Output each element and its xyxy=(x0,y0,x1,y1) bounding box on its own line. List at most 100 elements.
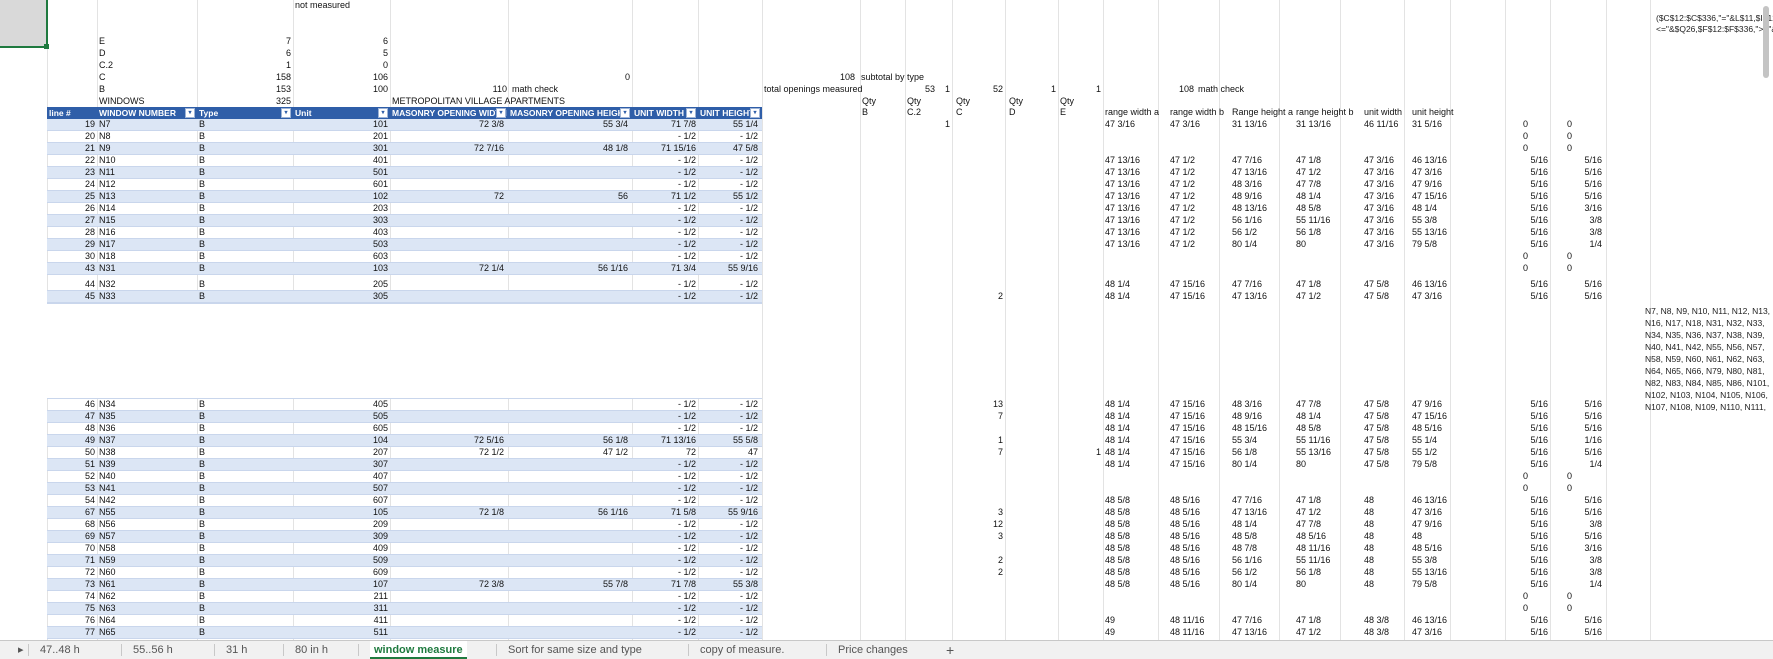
offset-a[interactable]: 5/16 xyxy=(1508,179,1548,190)
offset-a[interactable]: 5/16 xyxy=(1508,411,1548,422)
computed-unit-width[interactable]: 47 3/16 xyxy=(1364,239,1410,250)
range-width-b[interactable]: 47 1/2 xyxy=(1170,155,1228,166)
offset-a[interactable]: 5/16 xyxy=(1508,155,1548,166)
computed-unit-height[interactable]: 55 1/2 xyxy=(1412,447,1467,458)
line-number[interactable]: 52 xyxy=(49,471,95,482)
masonry-opening-height[interactable]: 56 1/16 xyxy=(510,263,628,274)
unit-height[interactable]: - 1/2 xyxy=(700,131,758,142)
filter-dropdown-icon[interactable]: ▾ xyxy=(378,108,388,118)
range-height-a[interactable]: 56 1/2 xyxy=(1232,567,1292,578)
range-height-a[interactable]: 47 7/16 xyxy=(1232,155,1292,166)
unit-number[interactable]: 405 xyxy=(295,399,388,410)
unit-width[interactable]: - 1/2 xyxy=(634,131,696,142)
window-type[interactable]: B xyxy=(199,567,289,578)
computed-unit-width[interactable]: 48 xyxy=(1364,495,1410,506)
window-number[interactable]: N17 xyxy=(99,239,194,250)
subtotal-label[interactable]: subtotal by type xyxy=(861,72,961,83)
window-type[interactable]: B xyxy=(199,447,289,458)
window-type[interactable]: B xyxy=(199,291,289,302)
sheet-tab[interactable]: 31 h xyxy=(226,641,247,659)
range-width-a[interactable]: 48 1/4 xyxy=(1105,423,1167,434)
filter-dropdown-icon[interactable]: ▾ xyxy=(620,108,630,118)
offset-a[interactable]: 0 xyxy=(1508,483,1528,494)
computed-unit-width[interactable]: 47 5/8 xyxy=(1364,291,1410,302)
unit-width[interactable]: - 1/2 xyxy=(634,555,696,566)
column-header-mow[interactable]: MASONRY OPENING WIDTH ▾ xyxy=(390,107,508,119)
unit-height[interactable]: 55 9/16 xyxy=(700,263,758,274)
line-number[interactable]: 69 xyxy=(49,531,95,542)
unit-height[interactable]: - 1/2 xyxy=(700,227,758,238)
unit-height[interactable]: - 1/2 xyxy=(700,603,758,614)
offset-a[interactable]: 0 xyxy=(1508,119,1528,130)
summary-label[interactable]: E xyxy=(99,36,189,47)
unit-number[interactable]: 211 xyxy=(295,591,388,602)
range-width-b[interactable]: 47 1/2 xyxy=(1170,227,1228,238)
computed-unit-width[interactable]: 48 3/8 xyxy=(1364,627,1410,638)
computed-unit-height[interactable]: 55 13/16 xyxy=(1412,227,1467,238)
unit-number[interactable]: 105 xyxy=(295,507,388,518)
window-type[interactable]: B xyxy=(199,155,289,166)
range-header-rhb[interactable]: range height b xyxy=(1296,107,1358,118)
range-width-a[interactable]: 47 3/16 xyxy=(1105,119,1167,130)
qty-value[interactable]: 1 xyxy=(907,119,950,130)
column-header-line[interactable]: line # xyxy=(47,107,97,119)
unit-number[interactable]: 303 xyxy=(295,215,388,226)
offset-b[interactable]: 0 xyxy=(1552,483,1572,494)
window-number[interactable]: N55 xyxy=(99,507,194,518)
unit-number[interactable]: 507 xyxy=(295,483,388,494)
qty-header[interactable]: Qty xyxy=(956,96,1000,107)
range-height-b[interactable]: 56 1/8 xyxy=(1296,227,1356,238)
window-number[interactable]: N62 xyxy=(99,591,194,602)
range-width-b[interactable]: 48 11/16 xyxy=(1170,627,1228,638)
computed-unit-width[interactable]: 47 3/16 xyxy=(1364,155,1410,166)
offset-a[interactable]: 5/16 xyxy=(1508,531,1548,542)
math-check-label[interactable]: math check xyxy=(512,84,602,95)
range-width-b[interactable]: 48 5/16 xyxy=(1170,555,1228,566)
filter-dropdown-icon[interactable]: ▾ xyxy=(686,108,696,118)
line-number[interactable]: 74 xyxy=(49,591,95,602)
unit-width[interactable]: 71 7/8 xyxy=(634,579,696,590)
qty-type-header[interactable]: B xyxy=(862,107,906,118)
masonry-opening-height[interactable]: 48 1/8 xyxy=(510,143,628,154)
offset-b[interactable]: 0 xyxy=(1552,591,1572,602)
unit-number[interactable]: 309 xyxy=(295,531,388,542)
range-height-b[interactable]: 48 1/4 xyxy=(1296,411,1356,422)
computed-unit-width[interactable]: 48 xyxy=(1364,543,1410,554)
filter-dropdown-icon[interactable]: ▾ xyxy=(496,108,506,118)
masonry-opening-height[interactable]: 56 xyxy=(510,191,628,202)
range-width-b[interactable]: 48 11/16 xyxy=(1170,615,1228,626)
unit-width[interactable]: - 1/2 xyxy=(634,279,696,290)
filter-dropdown-icon[interactable]: ▾ xyxy=(185,108,195,118)
unit-number[interactable]: 501 xyxy=(295,167,388,178)
unit-number[interactable]: 601 xyxy=(295,179,388,190)
unit-height[interactable]: - 1/2 xyxy=(700,291,758,302)
range-height-b[interactable]: 47 1/2 xyxy=(1296,507,1356,518)
computed-unit-height[interactable]: 79 5/8 xyxy=(1412,579,1467,590)
range-height-a[interactable]: 48 3/16 xyxy=(1232,399,1292,410)
unit-number[interactable]: 301 xyxy=(295,143,388,154)
computed-unit-width[interactable]: 47 5/8 xyxy=(1364,279,1410,290)
unit-number[interactable]: 411 xyxy=(295,615,388,626)
spreadsheet-grid[interactable]: not measured E 7 6 D 6 5 C.2 1 0 C 158 106 0 B 153 100 11… xyxy=(0,0,1773,640)
window-number[interactable]: N32 xyxy=(99,279,194,290)
window-type[interactable]: B xyxy=(199,507,289,518)
line-number[interactable]: 47 xyxy=(49,411,95,422)
qty-value[interactable]: 2 xyxy=(954,567,1003,578)
unit-width[interactable]: - 1/2 xyxy=(634,227,696,238)
unit-number[interactable]: 409 xyxy=(295,543,388,554)
sheet-tab[interactable]: 47..48 h xyxy=(40,641,80,659)
range-height-a[interactable]: 48 9/16 xyxy=(1232,191,1292,202)
unit-width[interactable]: 71 5/8 xyxy=(634,507,696,518)
sheet-tab[interactable]: 80 in h xyxy=(295,641,328,659)
range-height-b[interactable]: 47 7/8 xyxy=(1296,519,1356,530)
window-number[interactable]: N15 xyxy=(99,215,194,226)
range-width-b[interactable]: 48 5/16 xyxy=(1170,507,1228,518)
masonry-opening-width[interactable]: 72 3/8 xyxy=(392,579,504,590)
offset-b[interactable]: 5/16 xyxy=(1552,291,1602,302)
unit-number[interactable]: 104 xyxy=(295,435,388,446)
offset-b[interactable]: 5/16 xyxy=(1552,447,1602,458)
offset-a[interactable]: 5/16 xyxy=(1508,423,1548,434)
line-number[interactable]: 76 xyxy=(49,615,95,626)
computed-unit-height[interactable]: 79 5/8 xyxy=(1412,239,1467,250)
openings-count[interactable]: 1 xyxy=(1007,84,1056,95)
